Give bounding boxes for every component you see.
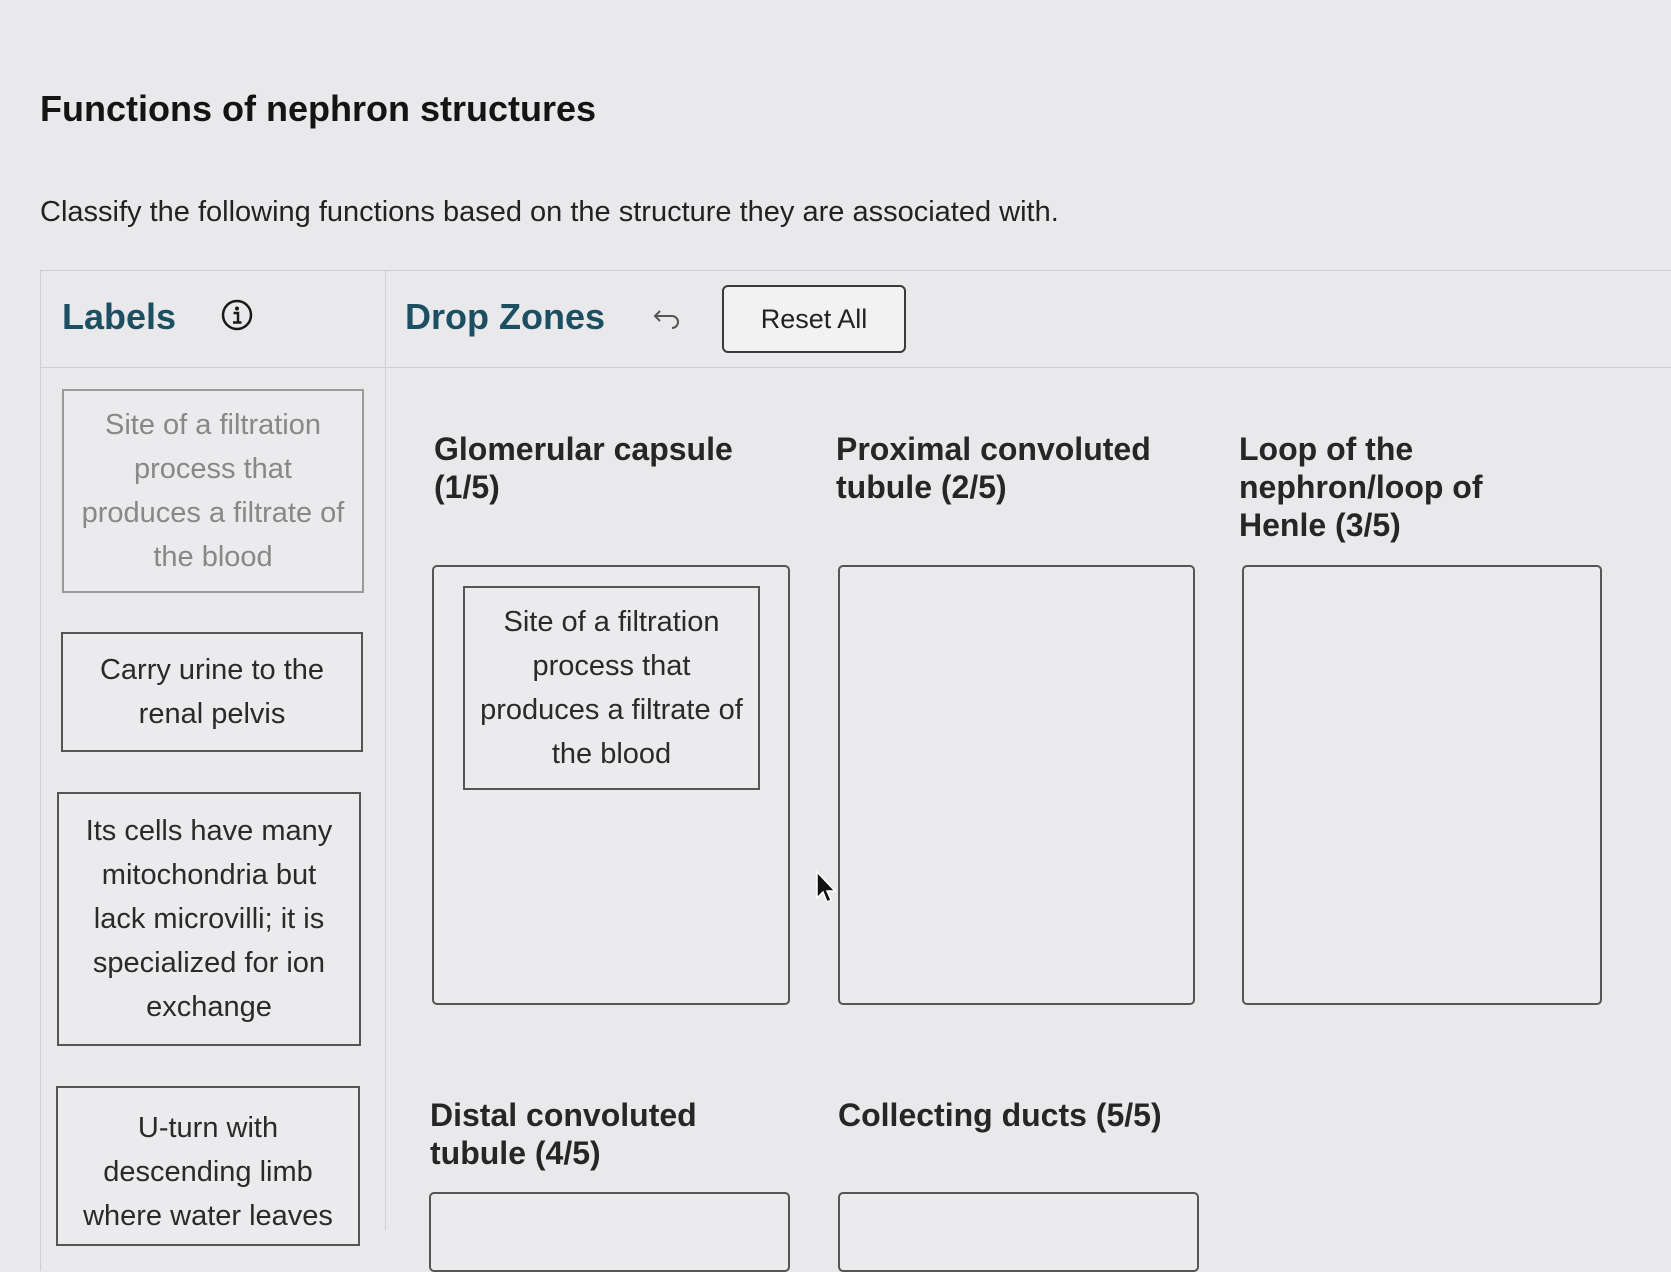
mouse-pointer-icon [816, 870, 837, 904]
page-title: Functions of nephron structures [40, 88, 597, 129]
drop-zone-proximal-convoluted-tubule[interactable] [838, 565, 1195, 1005]
reset-all-button[interactable]: Reset All [722, 285, 906, 353]
panel-divider-horizontal [40, 367, 1671, 368]
instructions-text: Classify the following functions based o… [40, 196, 1059, 228]
labels-heading: Labels [62, 296, 177, 337]
info-circle-icon[interactable] [221, 299, 253, 331]
undo-arrow-icon[interactable] [650, 306, 682, 332]
drop-zone-loop-of-henle[interactable] [1242, 565, 1602, 1005]
zone-title-loop-of-henle: Loop of the nephron/loop of Henle (3/5) [1239, 431, 1483, 543]
drop-zone-collecting-ducts[interactable] [838, 1192, 1199, 1272]
label-card-carry-urine[interactable]: Carry urine to the renal pelvis [61, 632, 363, 752]
label-card-mitochondria[interactable]: Its cells have many mitochondria but lac… [57, 792, 361, 1046]
panel-divider-vertical [385, 270, 386, 1230]
zone-title-proximal-convoluted-tubule: Proximal convoluted tubule (2/5) [836, 431, 1151, 505]
drop-zone-distal-convoluted-tubule[interactable] [429, 1192, 790, 1272]
drop-zones-heading: Drop Zones [405, 296, 606, 337]
zone-title-glomerular-capsule: Glomerular capsule (1/5) [434, 431, 733, 505]
label-card-filtration[interactable]: Site of a filtration process that produc… [62, 389, 364, 593]
zone-title-distal-convoluted-tubule: Distal convoluted tubule (4/5) [430, 1097, 697, 1171]
label-card-u-turn[interactable]: U-turn with descending limb where water … [56, 1086, 360, 1246]
zone-title-collecting-ducts: Collecting ducts (5/5) [838, 1097, 1162, 1133]
placed-card-filtration[interactable]: Site of a filtration process that produc… [463, 586, 760, 790]
